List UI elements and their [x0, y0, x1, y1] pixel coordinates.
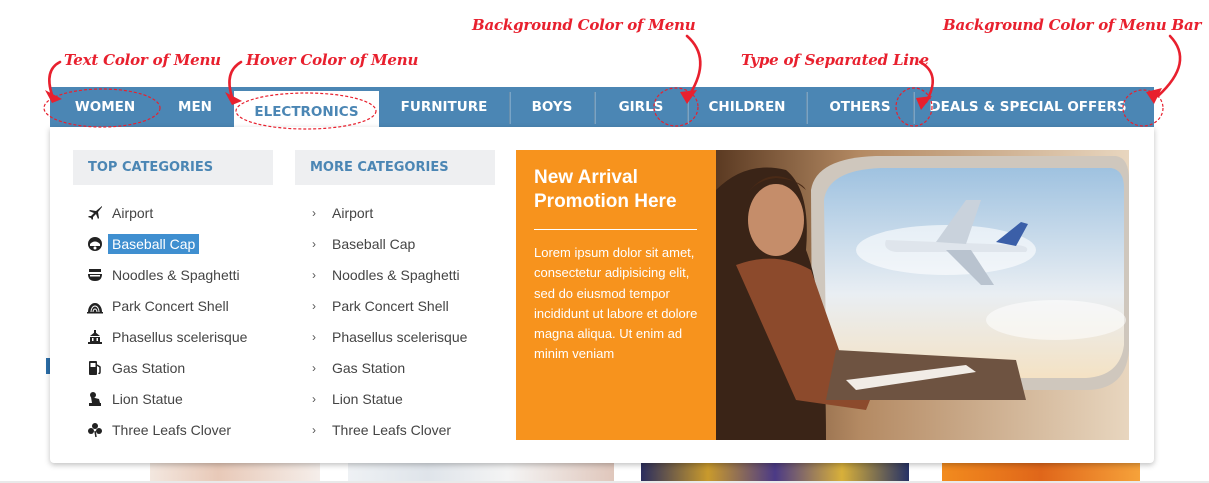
more-categories-list: › Airport › Baseball Cap › Noodles & Spaghe…	[312, 197, 467, 445]
bowl-icon	[86, 267, 104, 283]
chevron-right-icon: ›	[312, 205, 316, 220]
list-item[interactable]: Airport	[86, 197, 247, 228]
list-item[interactable]: Three Leafs Clover	[86, 414, 247, 445]
plane-icon	[86, 205, 104, 221]
promo-divider	[534, 229, 697, 230]
menu-item-girls[interactable]: GIRLS	[595, 87, 687, 127]
menu-item-furniture[interactable]: FURNITURE	[379, 87, 509, 127]
annotation-bg-color-bar: Background Color of Menu Bar	[943, 16, 1202, 34]
helmet-icon	[86, 236, 104, 252]
chevron-right-icon: ›	[312, 236, 316, 251]
promo-banner[interactable]: New Arrival Promotion Here Lorem ipsum d…	[516, 150, 716, 440]
list-item[interactable]: › Lion Statue	[312, 383, 467, 414]
list-item[interactable]: Park Concert Shell	[86, 290, 247, 321]
annotation-text-color: Text Color of Menu	[64, 51, 221, 69]
menu-item-boys[interactable]: BOYS	[510, 87, 594, 127]
background-product-thumbnail	[150, 462, 320, 483]
promo-title: New Arrival Promotion Here	[534, 167, 677, 212]
chevron-right-icon: ›	[312, 267, 316, 282]
chevron-right-icon: ›	[312, 422, 316, 437]
background-product-thumbnail	[348, 462, 614, 483]
concert-shell-icon	[86, 298, 104, 314]
building-icon	[86, 329, 104, 345]
promo-photo[interactable]	[716, 150, 1129, 440]
chevron-right-icon: ›	[312, 329, 316, 344]
more-categories-heading: MORE CATEGORIES	[295, 150, 495, 185]
list-item[interactable]: Gas Station	[86, 352, 247, 383]
list-item[interactable]: Baseball Cap	[86, 228, 247, 259]
promo-text: Lorem ipsum dolor sit amet, consectetur …	[534, 245, 698, 362]
top-categories-list: Airport Baseball Cap Noodles & Spaghetti…	[86, 197, 247, 445]
annotation-separator: Type of Separated Line	[741, 51, 929, 69]
list-item[interactable]: › Phasellus scelerisque	[312, 321, 467, 352]
menu-item-children[interactable]: CHILDREN	[688, 87, 806, 127]
annotation-hover-color: Hover Color of Menu	[246, 51, 419, 69]
main-menu-bar: WOMEN MEN ELECTRONICS FURNITURE BOYS GIR…	[50, 87, 1154, 131]
list-item[interactable]: Noodles & Spaghetti	[86, 259, 247, 290]
background-product-thumbnail	[641, 462, 909, 483]
lion-statue-icon	[86, 391, 104, 407]
gas-pump-icon	[86, 360, 104, 376]
list-item[interactable]: Phasellus scelerisque	[86, 321, 247, 352]
menu-item-others[interactable]: OTHERS	[807, 87, 913, 127]
menu-item-electronics[interactable]: ELECTRONICS	[234, 91, 379, 131]
top-categories-heading: TOP CATEGORIES	[73, 150, 273, 185]
chevron-right-icon: ›	[312, 360, 316, 375]
chevron-right-icon: ›	[312, 298, 316, 313]
list-item[interactable]: Lion Statue	[86, 383, 247, 414]
chevron-right-icon: ›	[312, 391, 316, 406]
menu-item-women[interactable]: WOMEN	[50, 87, 160, 127]
mega-menu-dropdown: TOP CATEGORIES Airport Baseball Cap Nood…	[50, 127, 1154, 463]
menu-item-deals[interactable]: DEALS & SPECIAL OFFERS	[914, 87, 1142, 127]
list-item[interactable]: › Airport	[312, 197, 467, 228]
list-item[interactable]: › Gas Station	[312, 352, 467, 383]
list-item[interactable]: › Park Concert Shell	[312, 290, 467, 321]
menu-item-men[interactable]: MEN	[160, 87, 230, 127]
list-item[interactable]: › Three Leafs Clover	[312, 414, 467, 445]
annotation-bg-color-menu: Background Color of Menu	[472, 16, 696, 34]
list-item[interactable]: › Noodles & Spaghetti	[312, 259, 467, 290]
list-item[interactable]: › Baseball Cap	[312, 228, 467, 259]
background-product-thumbnail	[942, 462, 1140, 483]
clover-icon	[86, 422, 104, 438]
